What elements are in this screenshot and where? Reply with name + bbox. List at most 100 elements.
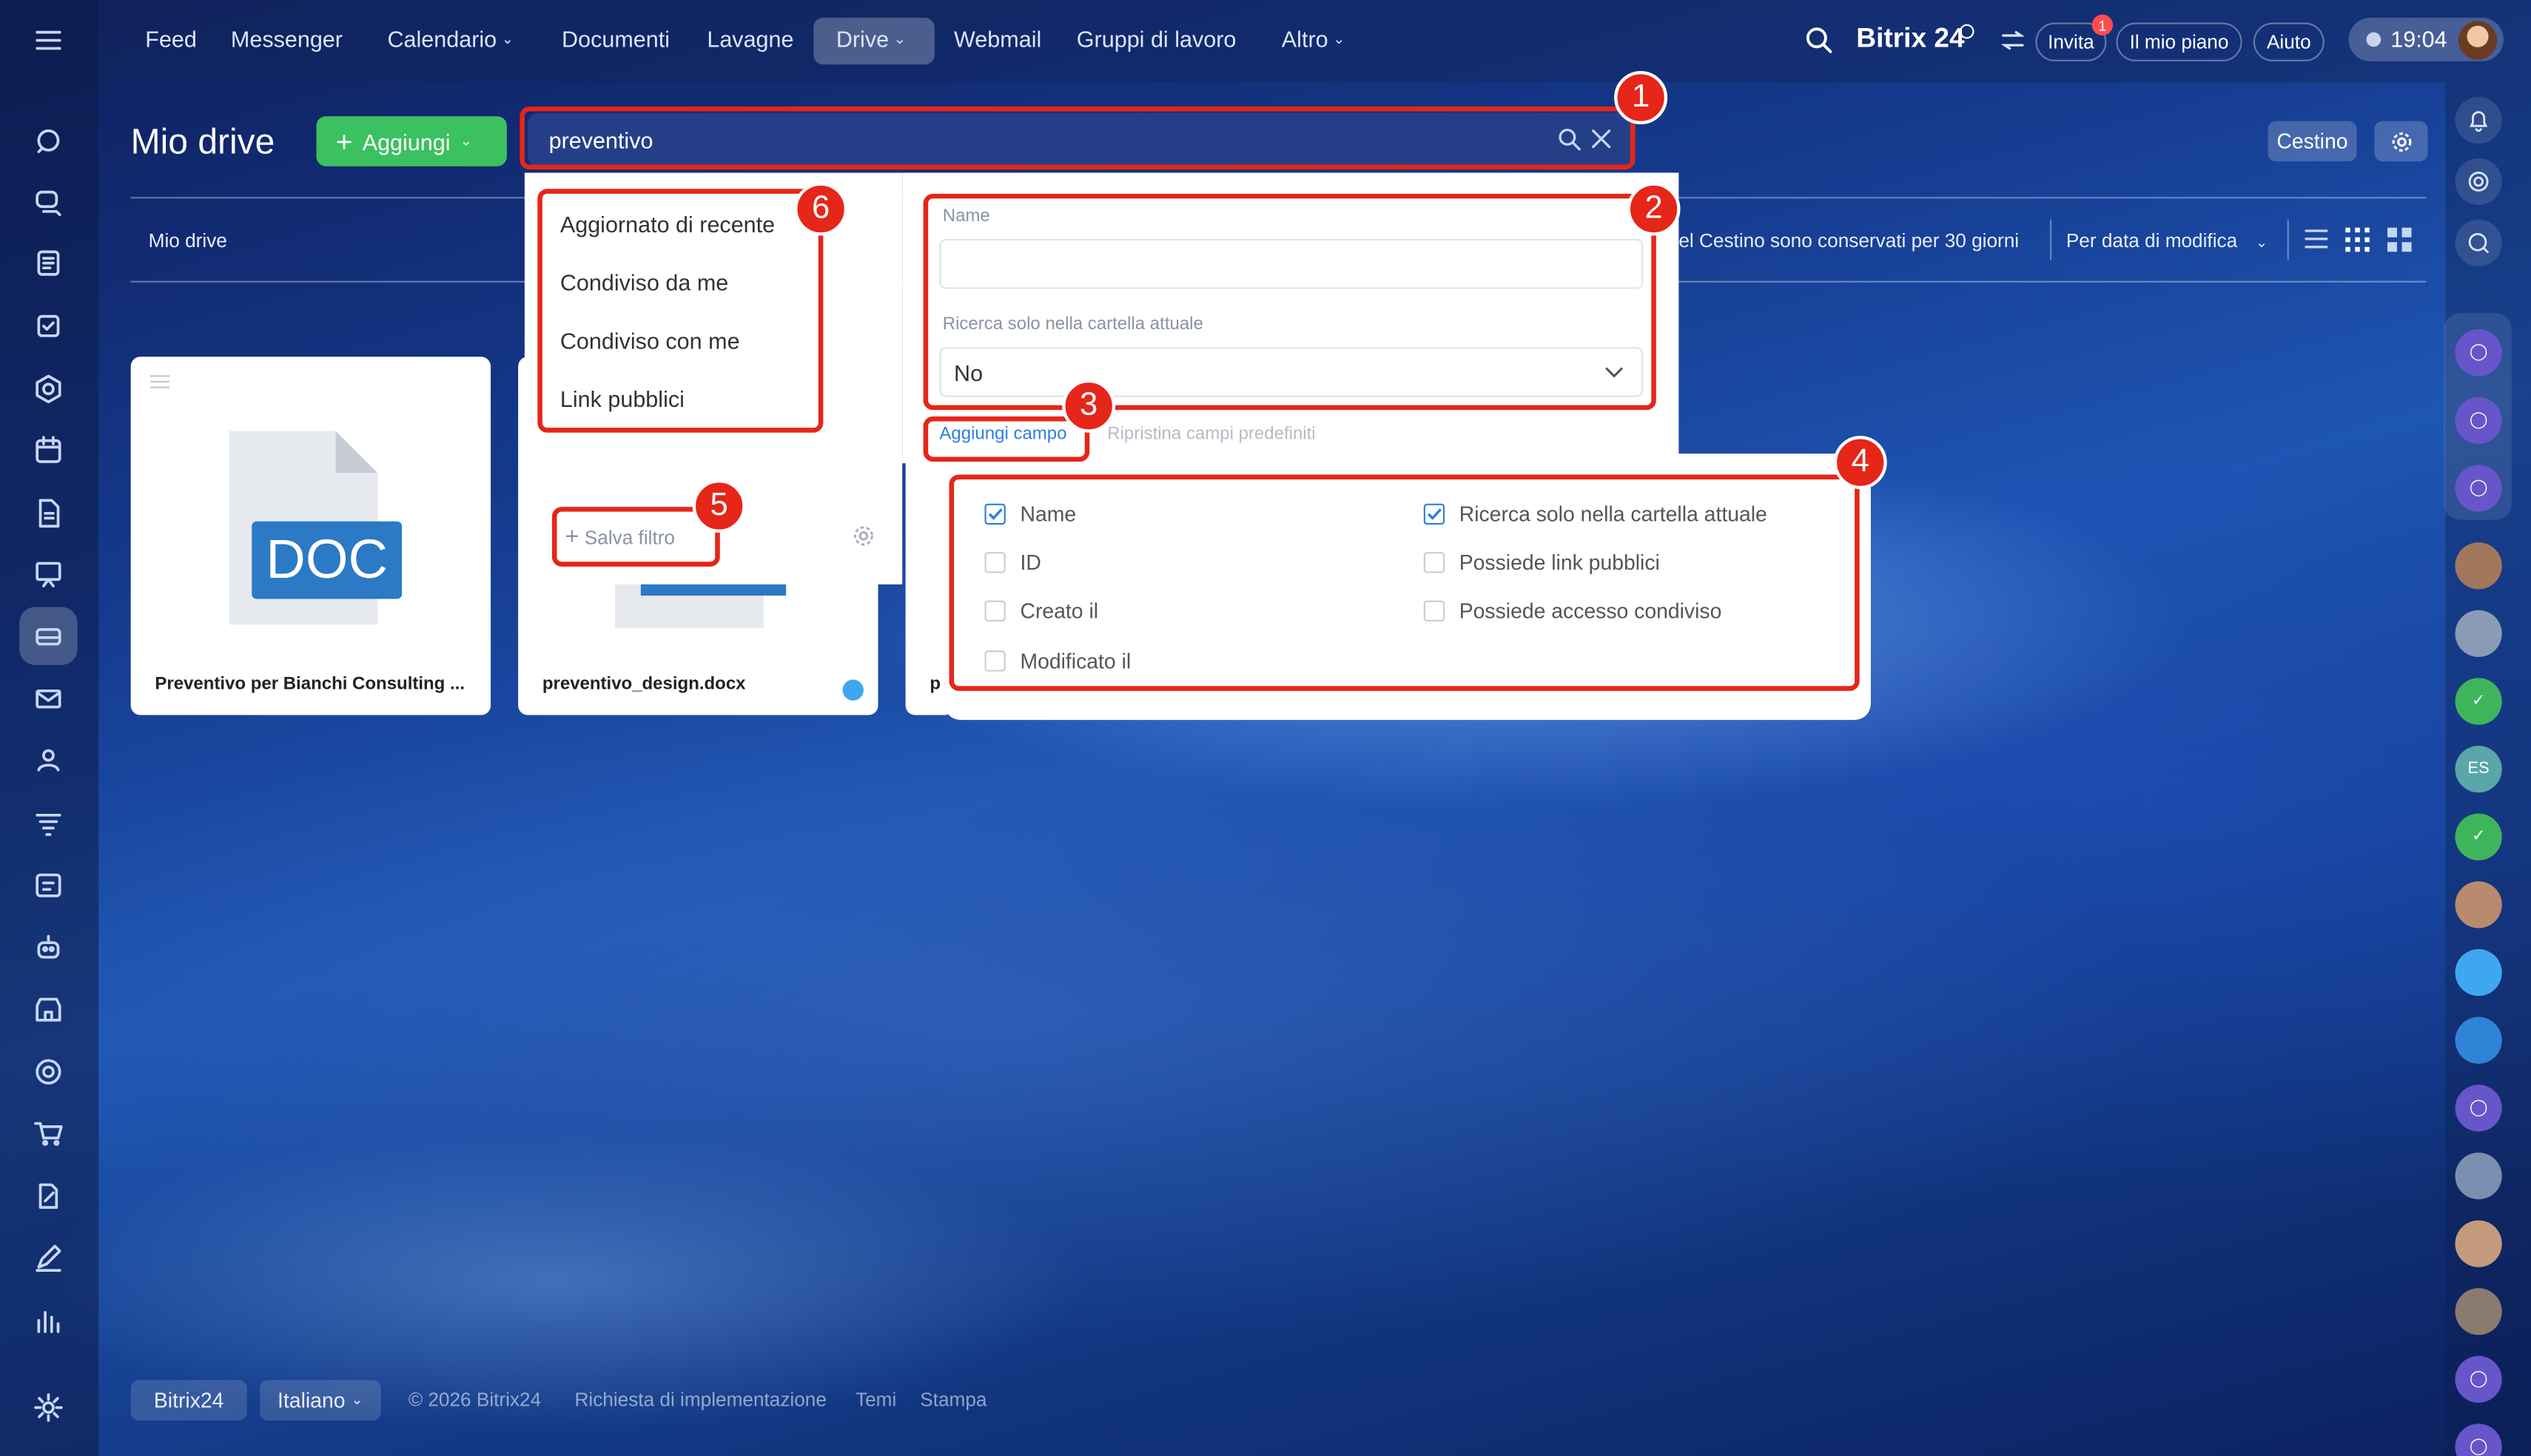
language-label: Italiano [278,1388,346,1413]
nav-gruppi[interactable]: Gruppi di lavoro [1077,26,1237,52]
footer-link-print[interactable]: Stampa [920,1388,986,1411]
footer-link-themes[interactable]: Temi [856,1388,896,1411]
nav-label: Documenti [562,25,670,52]
search-icon[interactable] [1804,26,1833,55]
sort-dropdown[interactable]: Per data di modifica ⌄ [2066,229,2268,252]
contact-avatar[interactable] [2455,610,2502,658]
annotation-box-fields [923,193,1656,411]
drag-handle-icon[interactable] [149,374,170,389]
contact-avatar-initials[interactable]: ES [2455,746,2502,793]
nav-label: Webmail [954,25,1042,52]
annotation-number: 1 [1614,71,1668,125]
footer-copyright: © 2026 Bitrix24 [408,1388,542,1411]
annotation-box-presets [537,189,824,433]
sign-icon[interactable] [29,1177,67,1216]
calendar-icon[interactable] [29,431,67,470]
chat-icon[interactable] [2455,948,2502,997]
documents-icon[interactable] [29,494,67,533]
help-label: Aiuto [2266,30,2311,54]
copilot-icon[interactable] [2455,158,2502,206]
annotation-box-add-field [923,416,1090,462]
brand-logo[interactable]: Bitrix 24 [1856,23,1964,55]
nav-documenti[interactable]: Documenti [562,26,670,52]
tasks-chat-icon[interactable]: ✓ [2455,678,2502,725]
copilot-chat-icon[interactable]: ◯ [2455,397,2502,445]
nav-feed[interactable]: Feed [145,26,197,52]
nav-label: Lavagne [707,25,794,52]
contact-avatar[interactable] [2455,1288,2502,1335]
annotation-number: 2 [1627,182,1681,236]
groups-icon[interactable] [29,741,67,779]
copilot-chat-icon[interactable]: ◯ [2455,329,2502,377]
nav-lavagne[interactable]: Lavagne [707,26,793,52]
clock-small-icon [1959,24,1974,39]
contact-avatar[interactable] [2455,1152,2502,1200]
add-button-label: Aggiungi [362,128,451,155]
list-view-icon[interactable] [2303,228,2329,251]
file-name[interactable]: Preventivo per Bianchi Consulting ... [155,675,477,694]
copilot-chat-icon[interactable]: ◯ [2455,1355,2502,1403]
shared-user-icon[interactable] [842,679,864,701]
file-card[interactable]: DOC Preventivo per Bianchi Consulting ..… [130,357,491,715]
page-title: Mio drive [130,121,275,162]
user-avatar[interactable] [2458,21,2498,60]
trash-button-label: Cestino [2276,129,2348,154]
grid-view-icon[interactable] [2345,227,2370,252]
nav-webmail[interactable]: Webmail [954,26,1041,52]
booking-icon[interactable] [29,865,67,903]
annotation-number: 3 [1062,379,1116,433]
robot-icon[interactable] [29,928,67,967]
contact-avatar[interactable] [2455,1220,2502,1267]
tile-view-icon[interactable] [2387,227,2412,252]
copilot-chat-icon[interactable]: ◯ [2455,465,2502,512]
user-chat-icon[interactable] [2455,1017,2502,1064]
feed-icon[interactable] [29,243,67,282]
crm-icon[interactable] [29,804,67,843]
swap-arrows-icon[interactable] [2001,30,2025,50]
file-name[interactable]: preventivo_design.docx [542,675,865,694]
mail-icon[interactable] [29,680,67,718]
goals-icon[interactable] [29,1053,67,1091]
analytics-icon[interactable] [29,1301,67,1340]
search-chat-icon[interactable] [2455,219,2502,267]
annotation-box-search [520,107,1636,170]
settings-icon[interactable] [29,1388,67,1426]
restore-default-fields-link[interactable]: Ripristina campi predefiniti [1107,425,1315,444]
add-button[interactable]: + Aggiungi ⌄ [316,116,507,166]
drive-icon[interactable] [29,616,67,655]
pen-icon[interactable] [29,1238,67,1276]
nav-altro[interactable]: Altro ⌄ [1282,26,1345,52]
tasks-icon[interactable] [29,307,67,346]
breadcrumb[interactable]: Mio drive [149,229,227,252]
boards-icon[interactable] [29,556,67,594]
nav-label: Messenger [230,25,343,52]
nav-label: Calendario [387,25,497,52]
contact-avatar[interactable] [2455,881,2502,928]
nav-calendario[interactable]: Calendario ⌄ [387,26,514,52]
page-settings-button[interactable] [2374,121,2428,162]
collabs-icon[interactable] [29,370,67,408]
app-window: Feed Messenger Calendario ⌄ Documenti Lav… [0,0,2531,1456]
messenger-icon[interactable] [29,183,67,221]
preset-settings-icon[interactable] [853,525,875,547]
nav-messenger[interactable]: Messenger [231,26,343,52]
store-icon[interactable] [29,989,67,1028]
footer-brand[interactable]: Bitrix24 [130,1380,247,1421]
clock-time: 19:04 [2390,25,2447,52]
nav-drive[interactable]: Drive ⌄ [836,26,906,52]
trash-button[interactable]: Cestino [2268,121,2357,162]
my-plan-button[interactable]: Il mio piano [2116,22,2242,61]
cart-icon[interactable] [29,1113,67,1152]
chevron-down-icon: ⌄ [460,132,473,149]
footer-link-implementation[interactable]: Richiesta di implementazione [574,1388,826,1411]
menu-icon[interactable] [29,21,67,59]
nav-label: Drive [836,25,890,52]
chat-bubbles-icon[interactable] [29,121,67,160]
copilot-chat-icon[interactable]: ◯ [2455,1085,2502,1132]
language-select[interactable]: Italiano ⌄ [260,1380,381,1421]
notifications-icon[interactable] [2455,96,2502,144]
contact-avatar[interactable] [2455,542,2502,590]
document-corner [335,431,378,473]
help-button[interactable]: Aiuto [2253,22,2325,61]
tasks-chat-icon[interactable]: ✓ [2455,813,2502,860]
